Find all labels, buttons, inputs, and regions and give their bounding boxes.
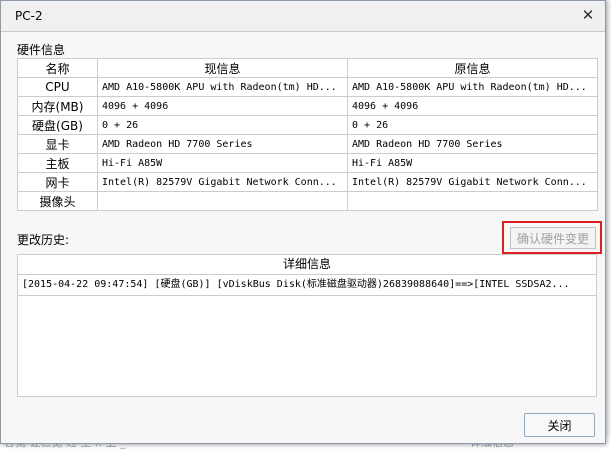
row-original-value: AMD Radeon HD 7700 Series <box>347 134 598 154</box>
highlight-annotation <box>502 221 602 254</box>
row-current-value: Hi-Fi A85W <box>97 153 348 173</box>
detail-header: 详细信息 <box>18 255 596 275</box>
list-item[interactable]: [2015-04-22 09:47:54] [硬盘(GB)] [vDiskBus… <box>18 275 596 296</box>
hardware-section-label: 硬件信息 <box>17 43 66 57</box>
row-original-value: Intel(R) 82579V Gigabit Network Conn... <box>347 172 598 192</box>
column-header-original: 原信息 <box>347 58 598 78</box>
row-name: 网卡 <box>17 172 98 192</box>
table-row[interactable]: 网卡 Intel(R) 82579V Gigabit Network Conn.… <box>17 172 598 192</box>
row-name: 显卡 <box>17 134 98 154</box>
row-name: 内存(MB) <box>17 96 98 116</box>
row-current-value: AMD A10-5800K APU with Radeon(tm) HD... <box>97 77 348 97</box>
title-bar: PC-2 ✕ <box>1 1 605 32</box>
row-current-value: 4096 + 4096 <box>97 96 348 116</box>
history-detail-panel[interactable]: 详细信息 [2015-04-22 09:47:54] [硬盘(GB)] [vDi… <box>17 254 597 397</box>
table-row[interactable]: 显卡 AMD Radeon HD 7700 Series AMD Radeon … <box>17 134 598 154</box>
row-current-value: 0 + 26 <box>97 115 348 135</box>
row-name: 主板 <box>17 153 98 173</box>
column-header-current: 现信息 <box>97 58 348 78</box>
close-button[interactable]: 关闭 <box>524 413 595 437</box>
row-original-value <box>347 191 598 211</box>
close-icon[interactable]: ✕ <box>579 6 597 24</box>
row-original-value: AMD A10-5800K APU with Radeon(tm) HD... <box>347 77 598 97</box>
window-title: PC-2 <box>15 9 43 23</box>
table-row[interactable]: 硬盘(GB) 0 + 26 0 + 26 <box>17 115 598 135</box>
table-row[interactable]: 主板 Hi-Fi A85W Hi-Fi A85W <box>17 153 598 173</box>
row-name: 硬盘(GB) <box>17 115 98 135</box>
row-name: CPU <box>17 77 98 97</box>
row-current-value <box>97 191 348 211</box>
table-row[interactable]: 摄像头 <box>17 191 598 211</box>
hardware-table: 名称 现信息 原信息 CPU AMD A10-5800K APU with Ra… <box>17 58 598 211</box>
table-row[interactable]: 内存(MB) 4096 + 4096 4096 + 4096 <box>17 96 598 116</box>
history-label: 更改历史: <box>17 233 70 247</box>
row-name: 摄像头 <box>17 191 98 211</box>
row-current-value: Intel(R) 82579V Gigabit Network Conn... <box>97 172 348 192</box>
table-row[interactable]: CPU AMD A10-5800K APU with Radeon(tm) HD… <box>17 77 598 97</box>
row-original-value: 0 + 26 <box>347 115 598 135</box>
row-original-value: Hi-Fi A85W <box>347 153 598 173</box>
row-original-value: 4096 + 4096 <box>347 96 598 116</box>
table-header-row: 名称 现信息 原信息 <box>17 58 598 78</box>
row-current-value: AMD Radeon HD 7700 Series <box>97 134 348 154</box>
column-header-name: 名称 <box>17 58 98 78</box>
hardware-dialog: PC-2 ✕ 硬件信息 名称 现信息 原信息 CPU AMD A10-5800K… <box>0 0 606 444</box>
